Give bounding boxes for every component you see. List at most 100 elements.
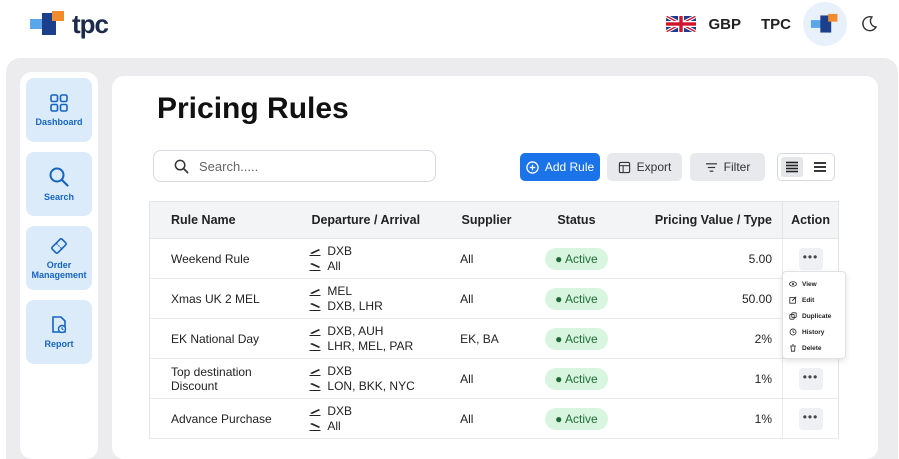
row-action-menu: View Edit Duplicate History Delete: [782, 271, 846, 359]
moon-icon[interactable]: [859, 14, 879, 34]
supplier: All: [448, 278, 525, 319]
status-cell: ● Active: [525, 358, 628, 399]
col-supplier[interactable]: Supplier: [448, 201, 525, 239]
takeoff-icon: [309, 408, 321, 416]
departure: MEL: [327, 283, 353, 298]
status-text: Active: [565, 291, 598, 306]
arrival: LHR, MEL, PAR: [327, 338, 414, 353]
status-text: Active: [565, 331, 598, 346]
status-cell: ● Active: [525, 398, 628, 439]
ticket-icon: [51, 238, 67, 254]
table-row[interactable]: Advance Purchase DXB All All ● Active 1%…: [149, 398, 839, 439]
more-actions-button[interactable]: •••: [798, 247, 823, 270]
takeoff-icon: [309, 368, 321, 376]
arrival: All: [327, 258, 341, 273]
trash-icon: [790, 344, 796, 352]
route-cell: DXB All: [283, 238, 449, 279]
departure: DXB: [327, 243, 353, 258]
takeoff-icon: [309, 328, 321, 336]
sidebar-item-dashboard[interactable]: Dashboard: [26, 78, 92, 142]
menu-item-edit[interactable]: Edit: [789, 292, 839, 308]
list-dense-icon: [786, 161, 798, 173]
export-button[interactable]: Export: [607, 153, 682, 181]
menu-icon: [814, 162, 826, 172]
status-text: Active: [565, 411, 598, 426]
export-label: Export: [636, 160, 672, 174]
menu-item-delete[interactable]: Delete: [789, 340, 839, 356]
pricing-rules-table: Rule Name Departure / Arrival Supplier S…: [149, 201, 839, 439]
main-panel: Pricing Rules Add Rule Export Filter: [112, 76, 878, 459]
more-actions-button[interactable]: •••: [798, 407, 823, 430]
col-rule-name[interactable]: Rule Name: [149, 201, 284, 239]
history-icon: [789, 328, 797, 336]
col-status[interactable]: Status: [525, 201, 628, 239]
brand-name: tpc: [72, 8, 109, 39]
pricing-value: 2%: [627, 318, 783, 359]
table-header-row: Rule Name Departure / Arrival Supplier S…: [149, 201, 839, 239]
sidebar-item-label: Dashboard: [35, 117, 83, 127]
add-rule-button[interactable]: Add Rule: [520, 153, 600, 181]
uk-flag-icon[interactable]: [666, 16, 697, 32]
rule-name: Xmas UK 2 MEL: [149, 278, 284, 319]
status-badge: ● Active: [545, 287, 608, 310]
more-actions-button[interactable]: •••: [798, 367, 823, 390]
report-icon: [52, 316, 67, 334]
col-route[interactable]: Departure / Arrival: [283, 201, 449, 239]
sidebar-item-label: Order Management: [31, 260, 87, 280]
departure: DXB: [327, 403, 353, 418]
grid-icon: [50, 94, 68, 112]
sidebar-item-report[interactable]: Report: [26, 300, 92, 364]
plus-circle-icon: [526, 160, 539, 174]
supplier: All: [448, 358, 525, 399]
landing-icon: [309, 382, 321, 391]
status-badge: ● Active: [545, 327, 608, 350]
filter-icon: [705, 162, 717, 172]
filter-button[interactable]: Filter: [690, 153, 765, 181]
table-row[interactable]: EK National Day DXB, AUH LHR, MEL, PAR E…: [149, 318, 839, 359]
sidebar: Dashboard Search Order Management Report: [20, 72, 98, 459]
rule-name: Top destination Discount: [149, 358, 284, 399]
supplier: All: [448, 398, 525, 439]
top-bar: tpc GBP TPC: [0, 0, 899, 48]
rule-name: EK National Day: [149, 318, 284, 359]
col-action: Action: [782, 201, 839, 239]
landing-icon: [309, 422, 321, 431]
route-cell: DXB, AUH LHR, MEL, PAR: [283, 318, 449, 359]
duplicate-icon: [789, 312, 797, 320]
landing-icon: [309, 342, 321, 351]
org-name[interactable]: TPC: [761, 16, 791, 33]
add-rule-label: Add Rule: [544, 160, 595, 174]
search-box[interactable]: [153, 150, 436, 182]
currency-selector[interactable]: GBP: [708, 16, 741, 33]
export-table-icon: [618, 161, 630, 173]
eye-icon: [789, 281, 797, 287]
table-row[interactable]: Weekend Rule DXB All All ● Active 5.00 •…: [149, 238, 839, 279]
supplier: All: [448, 238, 525, 279]
menu-item-history[interactable]: History: [789, 324, 839, 340]
sidebar-item-label: Report: [44, 339, 74, 349]
table-row[interactable]: Xmas UK 2 MEL MEL DXB, LHR All ● Active …: [149, 278, 839, 319]
tpc-logo-icon: [30, 11, 64, 35]
table-row[interactable]: Top destination Discount DXB LON, BKK, N…: [149, 358, 839, 399]
menu-item-view[interactable]: View: [789, 276, 839, 292]
menu-item-duplicate[interactable]: Duplicate: [789, 308, 839, 324]
compact-view-toggle[interactable]: [809, 157, 831, 177]
sidebar-item-search[interactable]: Search: [26, 152, 92, 216]
sidebar-item-order-management[interactable]: Order Management: [26, 226, 92, 290]
action-cell: •••: [782, 358, 839, 399]
rule-name: Weekend Rule: [149, 238, 284, 279]
route-cell: DXB LON, BKK, NYC: [283, 358, 449, 399]
page-title: Pricing Rules: [157, 92, 349, 125]
pricing-value: 1%: [627, 398, 783, 439]
search-input[interactable]: [199, 158, 399, 174]
list-view-toggle[interactable]: [781, 157, 803, 177]
user-avatar[interactable]: [803, 2, 847, 46]
supplier: EK, BA: [448, 318, 525, 359]
view-toggle: [777, 153, 835, 181]
landing-icon: [309, 302, 321, 311]
route-cell: MEL DXB, LHR: [283, 278, 449, 319]
status-text: Active: [565, 371, 598, 386]
col-value[interactable]: Pricing Value / Type: [627, 201, 783, 239]
status-badge: ● Active: [545, 407, 608, 430]
brand-logo[interactable]: tpc: [30, 8, 109, 40]
